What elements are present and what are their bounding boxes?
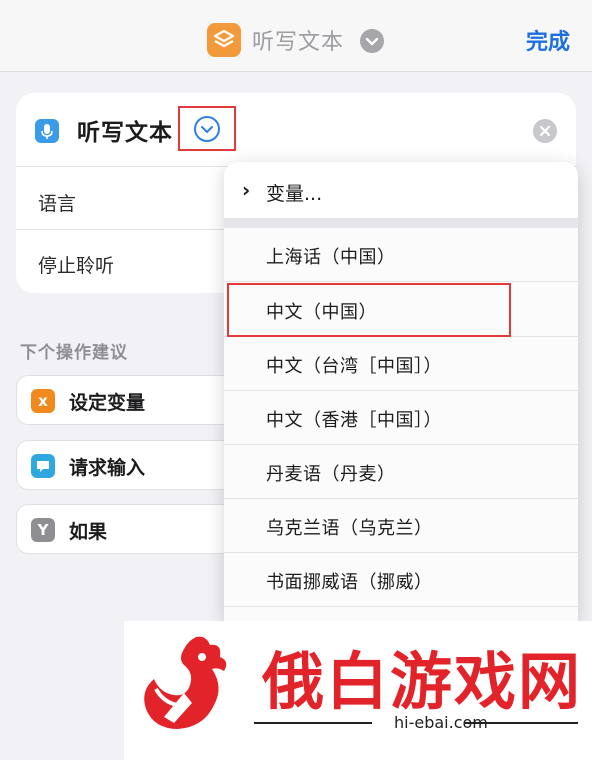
suggestions-heading: 下个操作建议 (20, 343, 128, 363)
divider (16, 229, 226, 230)
menu-separator (224, 218, 578, 228)
menu-item-label: 中文（台湾［中国］） (266, 356, 442, 377)
language-option-label[interactable]: 语言 (38, 189, 76, 216)
menu-item-language[interactable]: 中文（台湾［中国］） (224, 337, 578, 391)
microphone-icon (35, 119, 59, 143)
menu-item-label: 丹麦语（丹麦） (266, 464, 396, 485)
remove-action-button[interactable] (533, 119, 557, 143)
suggestion-label: 如果 (69, 521, 108, 543)
menu-item-variable[interactable]: › 变量... (224, 162, 578, 218)
stop-listening-option-label[interactable]: 停止聆听 (38, 251, 114, 278)
shortcuts-app-icon (207, 23, 241, 57)
suggestion-label: 请求输入 (69, 457, 146, 479)
menu-item-label: 中文（香港［中国］） (266, 410, 442, 431)
watermark-brand-text: 俄白游戏网 (262, 645, 583, 718)
menu-item-label: 上海话（中国） (266, 247, 396, 268)
chevron-down-icon (194, 116, 220, 142)
chevron-right-icon: › (242, 178, 251, 202)
menu-item-language[interactable]: 乌克兰语（乌克兰） (224, 499, 578, 553)
watermark: 俄白游戏网 hi-ebai.com (124, 621, 592, 760)
menu-item-language[interactable]: 上海话（中国） (224, 228, 578, 282)
navigation-bar: 听写文本 完成 (0, 0, 592, 72)
menu-item-label: 变量... (266, 183, 323, 205)
menu-item-language[interactable]: 中文（香港［中国］） (224, 391, 578, 445)
menu-item-label: 乌克兰语（乌克兰） (266, 518, 433, 539)
menu-item-language[interactable]: 书面挪威语（挪威） (224, 553, 578, 607)
action-header: 听写文本 (16, 93, 576, 167)
done-button[interactable]: 完成 (526, 24, 570, 56)
action-title: 听写文本 (77, 120, 173, 146)
menu-item-language[interactable]: 丹麦语（丹麦） (224, 445, 578, 499)
branch-icon: Y (31, 518, 55, 542)
menu-item-label: 书面挪威语（挪威） (266, 572, 433, 593)
chevron-down-icon[interactable] (360, 29, 384, 53)
chat-bubble-icon (31, 454, 55, 478)
variable-icon: x (31, 389, 55, 413)
language-dropdown-menu: › 变量... 上海话（中国） 中文（中国） 中文（台湾［中国］） 中文（香港［… (224, 162, 578, 622)
suggestion-label: 设定变量 (69, 392, 146, 414)
highlight-annotation (227, 283, 511, 337)
expand-options-button[interactable] (178, 106, 236, 151)
divider (464, 722, 578, 724)
shortcut-title[interactable]: 听写文本 (252, 24, 344, 56)
